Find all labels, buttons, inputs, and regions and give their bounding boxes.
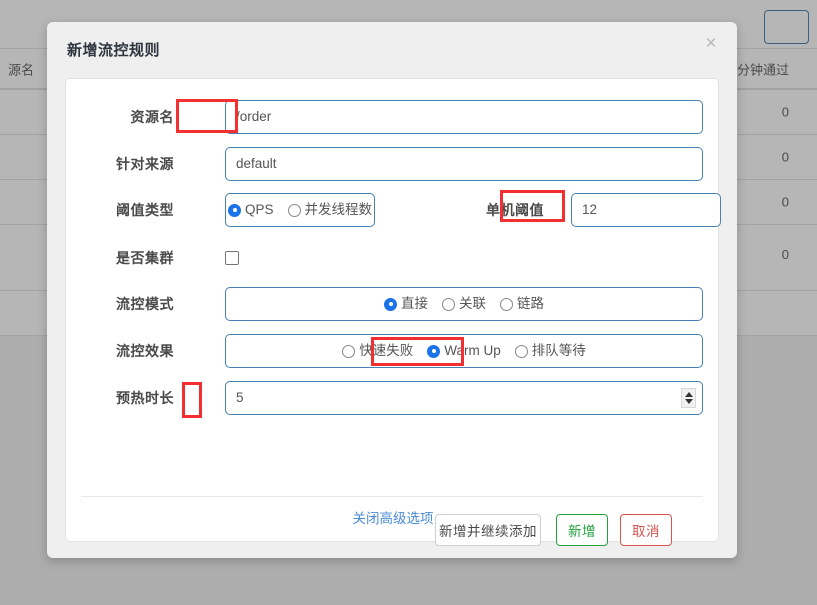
radio-mark-icon xyxy=(342,344,356,358)
warmup-duration-input-wrapper: 5 xyxy=(225,381,703,415)
label-cluster: 是否集群 xyxy=(116,250,174,266)
source-input[interactable]: default xyxy=(225,147,703,181)
radio-associated-label: 关联 xyxy=(459,296,486,311)
radio-fast-fail-label: 快速失败 xyxy=(359,343,414,358)
cluster-checkbox-wrapper xyxy=(225,241,239,275)
warmup-duration-input[interactable]: 5 xyxy=(225,381,703,415)
field-row-flow-effect: 流控效果 快速失败 Warm Up 排队等待 xyxy=(66,334,720,368)
radio-warm-up[interactable]: Warm Up xyxy=(427,335,501,367)
radio-queue-wait-label: 排队等待 xyxy=(531,343,586,358)
dialog-body: 资源名 /order 针对来源 default 阈值类型 QPS 并发线程数 单… xyxy=(65,78,721,542)
radio-mark-icon xyxy=(228,203,241,217)
cancel-button[interactable]: 取消 xyxy=(620,514,672,546)
source-input-wrapper: default xyxy=(225,147,703,181)
radio-chain-label: 链路 xyxy=(517,296,544,311)
radio-chain[interactable]: 链路 xyxy=(500,288,544,320)
label-single-threshold: 单机阈值 xyxy=(486,202,544,218)
field-row-warmup-duration: 预热时长 5 xyxy=(66,381,720,415)
spinner-down-arrow[interactable] xyxy=(684,399,693,404)
spinner-up-arrow[interactable] xyxy=(684,392,693,397)
footer-divider xyxy=(81,496,703,497)
field-row-cluster: 是否集群 xyxy=(66,241,720,275)
radio-mark-icon xyxy=(427,344,441,358)
dialog-header: 新增流控规则 × xyxy=(47,22,737,78)
field-row-source: 针对来源 default xyxy=(66,147,720,181)
radio-mark-icon xyxy=(442,297,455,311)
cluster-checkbox[interactable] xyxy=(225,251,239,265)
label-flow-mode: 流控模式 xyxy=(116,296,174,312)
close-icon[interactable]: × xyxy=(699,32,723,56)
flow-mode-group-wrapper: 直接 关联 链路 xyxy=(225,287,703,321)
radio-warm-up-label: Warm Up xyxy=(444,343,501,358)
resource-input-wrapper: /order xyxy=(225,100,703,134)
radio-direct[interactable]: 直接 xyxy=(384,288,428,320)
radio-fast-fail[interactable]: 快速失败 xyxy=(342,335,413,367)
radio-mark-icon xyxy=(500,297,513,311)
radio-thread-count[interactable]: 并发线程数 xyxy=(287,194,373,226)
flow-effect-group-wrapper: 快速失败 Warm Up 排队等待 xyxy=(225,334,703,368)
add-button[interactable]: 新增 xyxy=(556,514,608,546)
radio-associated[interactable]: 关联 xyxy=(442,288,486,320)
field-row-flow-mode: 流控模式 直接 关联 链路 xyxy=(66,287,720,321)
field-row-threshold-type: 阈值类型 QPS 并发线程数 单机阈值 12 xyxy=(66,193,721,227)
radio-qps[interactable]: QPS xyxy=(228,194,274,226)
dialog-footer: 新增并继续添加 新增 取消 xyxy=(65,496,719,558)
label-resource: 资源名 xyxy=(130,109,174,125)
radio-qps-label: QPS xyxy=(245,202,274,217)
flow-mode-radio-group[interactable]: 直接 关联 链路 xyxy=(225,287,703,321)
resource-input[interactable]: /order xyxy=(225,100,703,134)
threshold-type-group-wrapper: QPS 并发线程数 xyxy=(225,193,375,227)
radio-queue-wait[interactable]: 排队等待 xyxy=(514,335,586,367)
label-source: 针对来源 xyxy=(116,156,174,172)
field-row-resource: 资源名 /order xyxy=(66,100,720,134)
label-threshold-type: 阈值类型 xyxy=(116,202,174,218)
radio-mark-icon xyxy=(384,297,397,311)
radio-mark-icon xyxy=(514,344,528,358)
threshold-type-radio-group[interactable]: QPS 并发线程数 xyxy=(225,193,375,227)
label-flow-effect: 流控效果 xyxy=(116,343,174,359)
add-flow-rule-dialog: 新增流控规则 × 资源名 /order 针对来源 default 阈值类型 QP… xyxy=(47,22,737,558)
add-and-continue-button[interactable]: 新增并继续添加 xyxy=(435,514,541,546)
radio-mark-icon xyxy=(287,203,301,217)
label-warmup-duration: 预热时长 xyxy=(116,390,174,406)
single-threshold-input[interactable]: 12 xyxy=(571,193,721,227)
warmup-duration-value: 5 xyxy=(236,390,244,405)
dialog-title: 新增流控规则 xyxy=(67,42,161,59)
flow-effect-radio-group[interactable]: 快速失败 Warm Up 排队等待 xyxy=(225,334,703,368)
spinner-up-down-icon[interactable] xyxy=(681,388,696,408)
radio-direct-label: 直接 xyxy=(401,296,428,311)
single-threshold-input-wrapper: 12 xyxy=(571,193,721,227)
radio-thread-count-label: 并发线程数 xyxy=(304,202,373,217)
